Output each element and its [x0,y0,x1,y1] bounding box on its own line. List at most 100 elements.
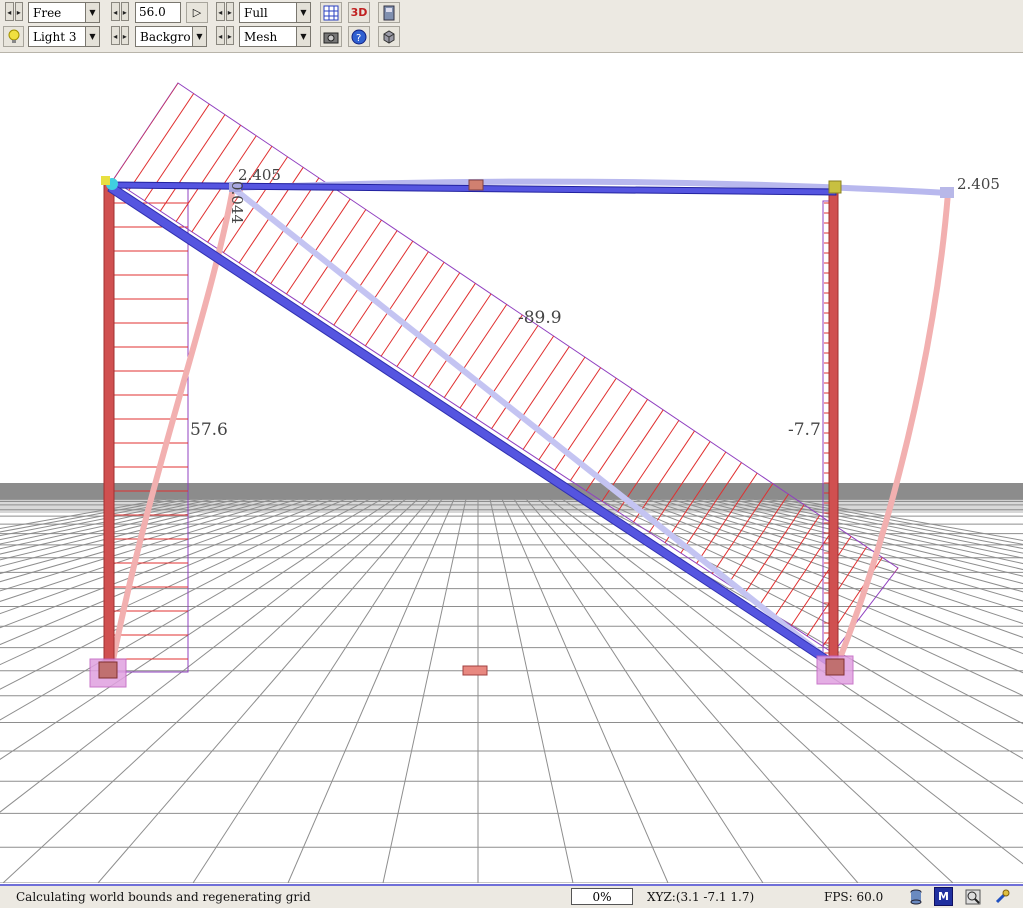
grid-icon[interactable] [320,2,342,23]
scene-line [446,305,552,462]
scene-line [2,498,419,883]
node-deformed-right [940,187,954,198]
zoom-icon[interactable] [963,887,982,906]
scene-line [113,83,208,230]
scene-line [537,498,954,883]
background-select[interactable]: Backgro ▼ [135,26,207,47]
scene-line [741,498,1023,559]
node-top-right[interactable] [828,180,842,194]
scene-line [0,498,395,761]
diagonal-moment-diagram [112,82,899,654]
displacement-label-left: 2.405 [238,166,281,184]
scene-line [97,498,431,883]
view-mode-spinner[interactable]: ◂ ▸ [5,2,23,23]
scene-line [192,498,443,883]
scene-line [0,498,383,721]
support-left [89,658,127,688]
left-column-moment-diagram [109,187,189,673]
light-value: Light 3 [33,29,77,44]
mesh-spinner[interactable]: ◂ ▸ [216,26,234,47]
database-icon[interactable] [906,887,925,906]
camera-icon[interactable] [320,26,342,47]
chevron-down-icon: ▼ [85,3,99,22]
right-column-moment-label: -7.7 [788,420,821,440]
scene-line [287,498,455,883]
play-icon[interactable]: ▷ [186,2,208,23]
scene-line [525,498,859,883]
toolbar-row-2: Light 3 ▼ ◂ ▸ Backgro ▼ ◂ ▸ Mesh ▼ ? [0,26,1023,50]
save-icon[interactable] [378,2,400,23]
light-bulb-icon[interactable] [3,26,24,47]
scene: 57.6 -89.9 -7.7 0.044 2.405 2.405 [0,82,1023,883]
origin-marker [462,665,488,676]
scene-line [0,498,167,530]
displacement-label-right: 2.405 [957,175,1000,193]
render-mode-value: Full [244,5,268,20]
progress-indicator: 0% [571,888,633,905]
left-column [103,182,115,668]
chevron-down-icon: ▼ [192,27,206,46]
toolbar-row-1: ◂ ▸ Free ▼ ◂ ▸ 56.0 ▷ ◂ ▸ Full ▼ 3D [0,2,1023,26]
scene-line [368,253,474,409]
scene-line [117,84,223,241]
scene-line [0,498,179,533]
support-right [816,655,854,685]
scene-line [352,242,458,399]
3d-viewport[interactable]: 57.6 -89.9 -7.7 0.044 2.405 2.405 [0,53,1023,883]
scene-line [501,498,669,883]
node-marker [101,176,110,185]
status-message: Calculating world bounds and regeneratin… [16,890,311,904]
scene-line [705,498,1023,577]
background-spinner[interactable]: ◂ ▸ [111,26,129,47]
svg-text:?: ? [356,33,361,44]
help-icon[interactable]: ? [348,26,370,47]
scene-line [382,498,467,883]
ground-grid [0,498,1023,883]
scene-line [0,498,287,583]
scene-line [513,498,764,883]
right-column [828,188,839,668]
scene-line [0,498,323,615]
scene-line [753,498,1023,554]
chevron-down-icon: ▼ [296,3,310,22]
mesh-select[interactable]: Mesh ▼ [239,26,311,47]
m-button[interactable]: M [934,887,953,906]
scene-line [0,498,299,592]
scene-line [258,179,364,336]
scene-line [0,498,359,666]
scene-line [0,498,203,541]
toolbar: ◂ ▸ Free ▼ ◂ ▸ 56.0 ▷ ◂ ▸ Full ▼ 3D Light 3… [0,0,1023,53]
scene-line [0,498,263,567]
background-value: Backgro [140,29,191,44]
render-mode-spinner[interactable]: ◂ ▸ [216,2,234,23]
midspan-marker [468,179,484,191]
view-mode-select[interactable]: Free ▼ [28,2,100,23]
view-mode-value: Free [33,5,62,20]
left-column-moment-label: 57.6 [190,420,228,440]
diagonal-moment-label: -89.9 [518,308,562,328]
mesh-value: Mesh [244,29,278,44]
scene-line [243,168,348,325]
render-mode-select[interactable]: Full ▼ [239,2,311,23]
fps-readout: FPS: 60.0 [824,890,884,904]
scene-line [415,284,521,441]
3d-view-button[interactable]: 3D [348,2,370,23]
scene-line [549,498,1023,865]
vertical-value-label: 0.044 [228,181,246,224]
scene-line [0,498,239,555]
settings-icon[interactable] [992,887,1011,906]
cube-icon[interactable] [378,26,400,47]
xyz-readout: XYZ:(3.1 -7.1 1.7) [647,890,755,904]
scene-line [585,498,1023,725]
light-select[interactable]: Light 3 ▼ [28,26,100,47]
chevron-down-icon: ▼ [85,27,99,46]
scene-line [489,498,574,883]
angle-input[interactable]: 56.0 [135,2,181,23]
scene-line [383,263,489,420]
scene-line [274,189,380,346]
chevron-down-icon: ▼ [296,27,310,46]
scene-line [399,274,505,430]
status-bar: Calculating world bounds and regeneratin… [0,884,1023,908]
scene-line [0,498,347,646]
angle-spinner[interactable]: ◂ ▸ [111,2,129,23]
